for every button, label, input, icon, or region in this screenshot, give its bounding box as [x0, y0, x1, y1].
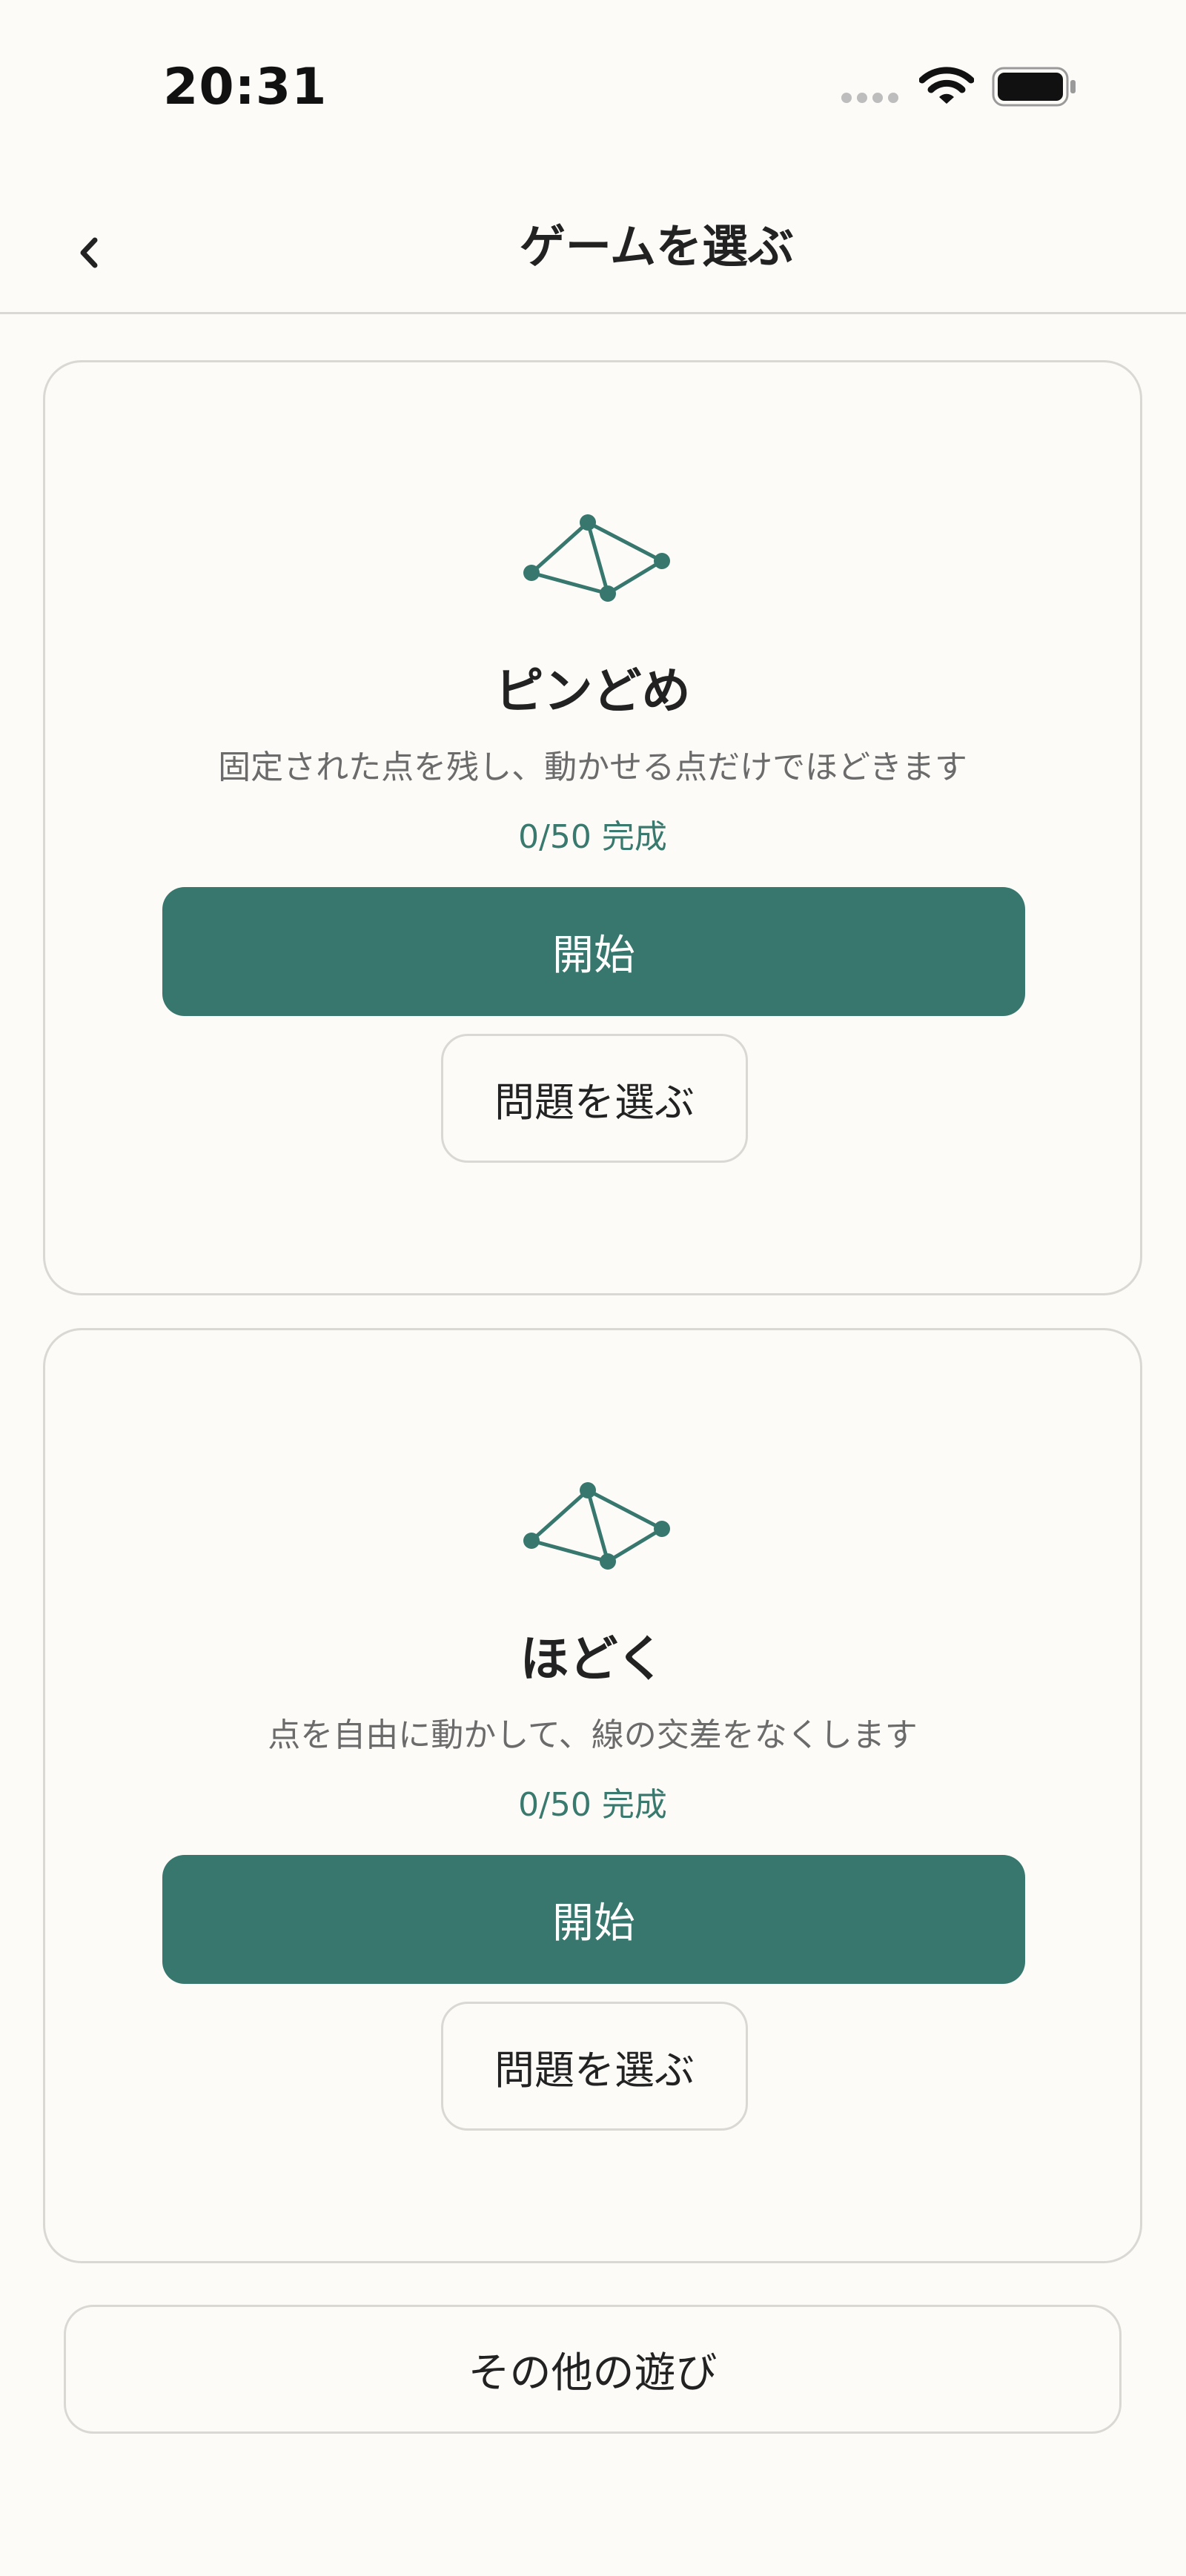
status-bar: 20:31 — [0, 0, 1186, 163]
network-graph-icon — [523, 1482, 670, 1570]
start-button[interactable]: 開始 — [162, 887, 1025, 1016]
wifi-icon — [919, 67, 974, 104]
other-games-button[interactable]: その他の遊び — [64, 2305, 1122, 2434]
battery-icon — [992, 67, 1076, 107]
nav-bar: ゲームを選ぶ — [0, 163, 1186, 314]
status-time: 20:31 — [163, 58, 328, 116]
game-description: 固定された点を残し、動かせる点だけでほどきます — [218, 748, 967, 786]
game-card-pin: ピンどめ 固定された点を残し、動かせる点だけでほどきます 0/50 完成 開始 … — [43, 360, 1142, 1295]
game-title: ほどく — [520, 1630, 666, 1687]
game-progress: 0/50 完成 — [518, 818, 667, 856]
select-puzzle-button[interactable]: 問題を選ぶ — [441, 1034, 748, 1163]
signal-dots-icon — [841, 93, 898, 103]
page-title: ゲームを選ぶ — [519, 219, 795, 273]
start-button[interactable]: 開始 — [162, 1855, 1025, 1984]
network-graph-icon — [523, 514, 670, 602]
game-progress: 0/50 完成 — [518, 1786, 667, 1824]
game-card-untangle: ほどく 点を自由に動かして、線の交差をなくします 0/50 完成 開始 問題を選… — [43, 1328, 1142, 2263]
game-title: ピンどめ — [494, 663, 691, 720]
select-puzzle-button[interactable]: 問題を選ぶ — [441, 2002, 748, 2131]
game-description: 点を自由に動かして、線の交差をなくします — [268, 1716, 918, 1754]
